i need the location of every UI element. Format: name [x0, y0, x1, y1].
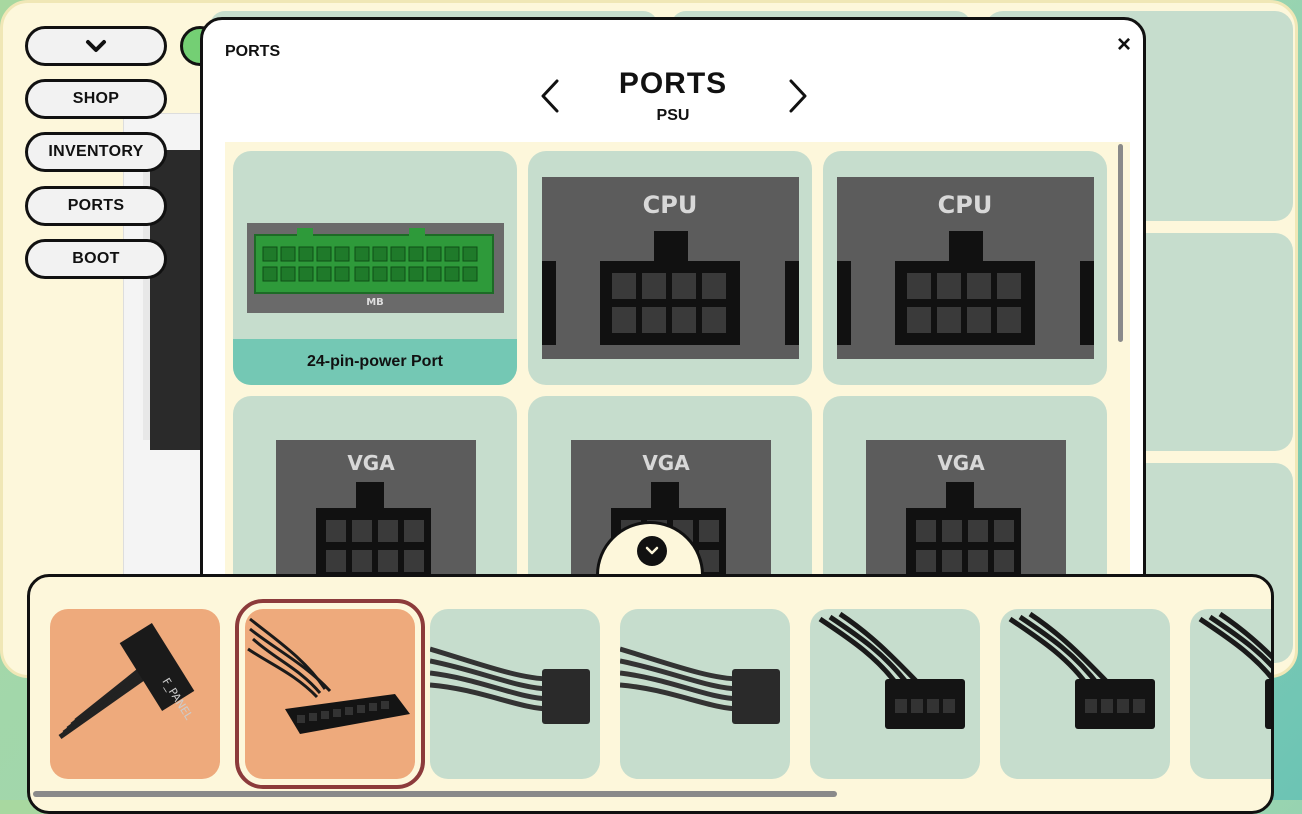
tray-item-cpu-8pin-cable[interactable] [430, 609, 600, 779]
tray-scrollbar[interactable] [33, 791, 837, 797]
24-pin-port-image: MB [247, 223, 504, 313]
cable-tray: F_PANEL [27, 574, 1274, 814]
chevron-right-icon[interactable] [787, 78, 809, 114]
svg-text:VGA: VGA [642, 451, 690, 475]
modal-title: PORTS [618, 67, 728, 100]
port-card-24pin[interactable]: MB 24-pin-power Port [233, 151, 517, 385]
f-panel-cable-image: F_PANEL [58, 623, 196, 740]
modal-scrollbar[interactable] [1118, 144, 1123, 342]
pcie-cable-image [1008, 611, 1155, 729]
chevron-down-icon [637, 536, 667, 566]
8-pin-cable-image [620, 646, 780, 724]
8-pin-cable-image [430, 646, 590, 724]
svg-text:CPU: CPU [938, 191, 993, 219]
ports-button[interactable]: PORTS [25, 186, 167, 226]
vga-port-image: VGA [276, 440, 476, 590]
cpu-port-image: CPU [837, 177, 1094, 359]
tray-item-f-panel-cable[interactable]: F_PANEL [50, 609, 220, 779]
port-card-cpu[interactable]: CPU [528, 151, 812, 385]
chevron-left-icon[interactable] [539, 78, 561, 114]
vga-port-image: VGA [866, 440, 1066, 590]
port-caption: 24-pin-power Port [233, 339, 517, 385]
pcie-cable-image [1198, 611, 1271, 729]
pcie-cable-image [818, 611, 965, 729]
nav-toggle-button[interactable] [25, 26, 167, 66]
svg-text:VGA: VGA [347, 451, 395, 475]
close-icon[interactable]: × [1117, 33, 1131, 57]
svg-text:MB: MB [366, 297, 384, 308]
port-card-cpu-2[interactable]: CPU [823, 151, 1107, 385]
24-pin-cable-image [247, 617, 410, 734]
tray-item-cpu-8pin-cable-2[interactable] [620, 609, 790, 779]
tray-item-24-pin-cable[interactable] [235, 599, 425, 789]
tray-item-pcie-8pin-cable[interactable] [810, 609, 980, 779]
tray-item-pcie-8pin-cable-3[interactable] [1190, 609, 1271, 779]
inventory-button[interactable]: INVENTORY [25, 132, 167, 172]
modal-label: PORTS [225, 43, 281, 60]
svg-text:VGA: VGA [937, 451, 985, 475]
boot-button[interactable]: BOOT [25, 239, 167, 279]
tray-item-pcie-8pin-cable-2[interactable] [1000, 609, 1170, 779]
shop-button[interactable]: SHOP [25, 79, 167, 119]
chevron-down-icon [86, 40, 106, 52]
modal-subtitle: PSU [656, 107, 690, 124]
svg-text:CPU: CPU [643, 191, 698, 219]
cpu-port-image: CPU [542, 177, 799, 359]
